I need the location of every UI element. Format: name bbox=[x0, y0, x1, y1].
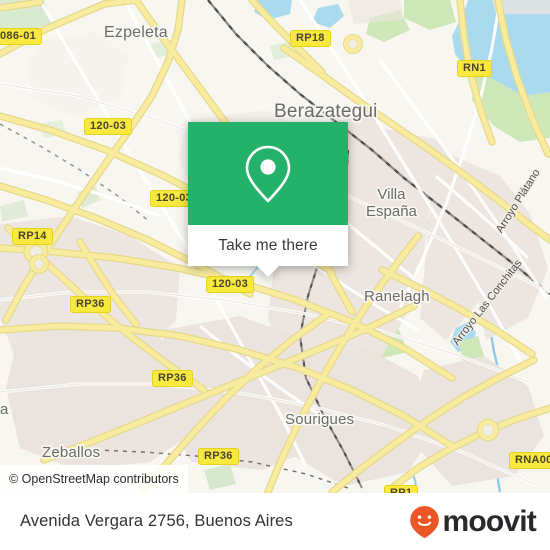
road-shield-086-01[interactable]: 086-01 bbox=[0, 28, 43, 45]
road-shield-120-03-south[interactable]: 120-03 bbox=[206, 276, 255, 293]
map-attribution[interactable]: © OpenStreetMap contributors bbox=[0, 465, 188, 493]
take-me-there-button[interactable]: Take me there bbox=[188, 225, 348, 266]
road-shield-rp36-mid[interactable]: RP36 bbox=[152, 370, 193, 387]
location-popup[interactable]: Take me there bbox=[188, 122, 348, 277]
moovit-wordmark: moovit bbox=[442, 504, 536, 538]
road-shield-rp18[interactable]: RP18 bbox=[290, 30, 331, 47]
footer-bar: Avenida Vergara 2756, Buenos Aires moovi… bbox=[0, 493, 550, 550]
address-label: Avenida Vergara 2756, Buenos Aires bbox=[20, 512, 293, 530]
road-shield-120-03-north[interactable]: 120-03 bbox=[84, 118, 133, 135]
attribution-text: © OpenStreetMap contributors bbox=[9, 472, 179, 486]
popup-marker-panel bbox=[188, 122, 348, 225]
road-shield-rp36-west[interactable]: RP36 bbox=[70, 296, 111, 313]
road-shield-rp1[interactable]: RP1 bbox=[384, 485, 419, 493]
take-me-there-label: Take me there bbox=[218, 236, 318, 254]
moovit-logo[interactable]: moovit bbox=[409, 504, 537, 539]
map-canvas[interactable]: Ezpeleta Berazategui Villa España Ranelag… bbox=[0, 0, 550, 493]
road-shield-rp14[interactable]: RP14 bbox=[12, 228, 53, 245]
map-screenshot: Ezpeleta Berazategui Villa España Ranelag… bbox=[0, 0, 550, 550]
road-shield-rna004[interactable]: RNA004 bbox=[509, 452, 550, 469]
popup-tail-pointer bbox=[257, 266, 279, 277]
road-shield-rn1[interactable]: RN1 bbox=[457, 60, 492, 77]
road-shield-rp36-south[interactable]: RP36 bbox=[198, 448, 239, 465]
map-pin-icon bbox=[245, 145, 291, 202]
moovit-pin-smiley-icon bbox=[410, 505, 440, 538]
